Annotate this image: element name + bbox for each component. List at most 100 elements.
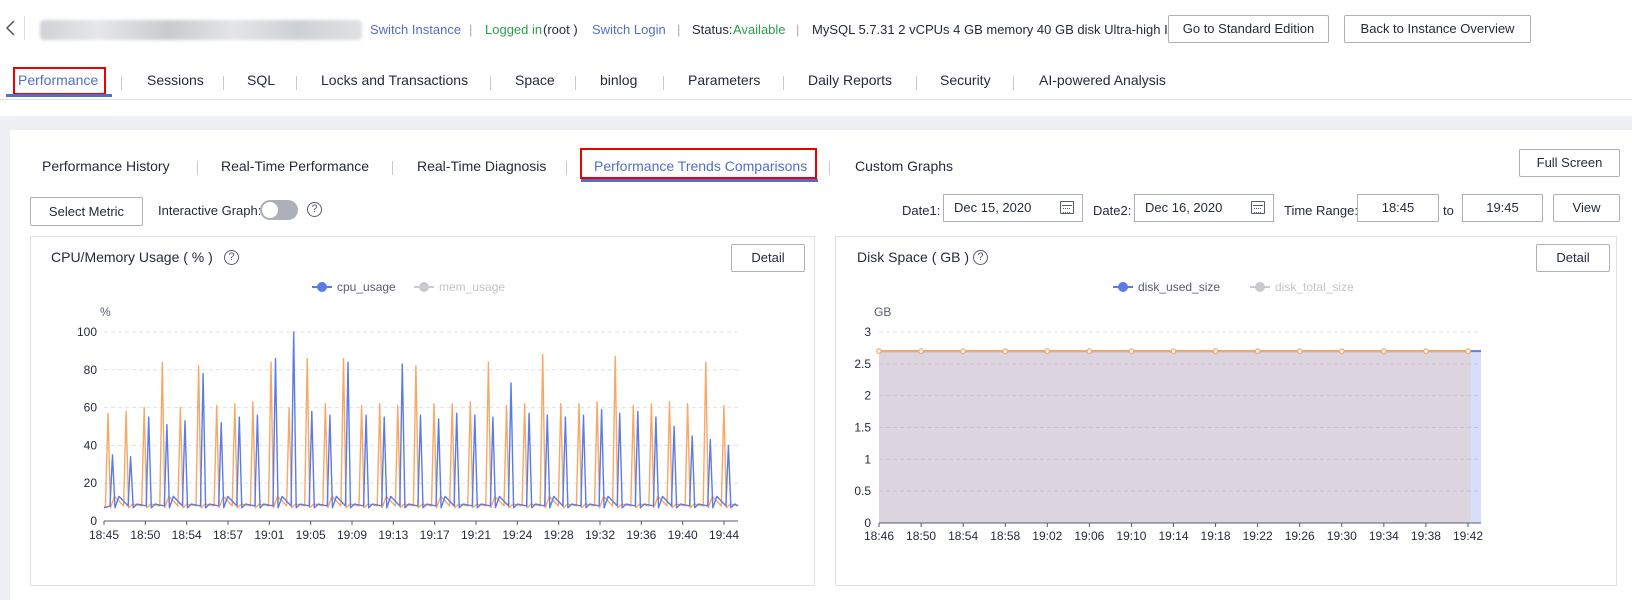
date2-label: Date2: <box>1093 203 1132 218</box>
tab-locks-transactions[interactable]: Locks and Transactions <box>321 72 468 88</box>
y-tick-label: 40 <box>84 438 98 452</box>
data-point <box>1170 348 1177 354</box>
calendar-icon <box>1060 201 1074 214</box>
y-tick-label: 60 <box>84 401 98 415</box>
tab-space[interactable]: Space <box>515 72 555 88</box>
x-tick-label: 19:34 <box>1369 529 1399 543</box>
x-tick-label: 19:10 <box>1116 529 1146 543</box>
active-tab-indicator <box>6 94 112 97</box>
tab-separator <box>1013 76 1014 90</box>
subtab-performance-history[interactable]: Performance History <box>42 158 170 174</box>
data-point <box>1338 348 1345 354</box>
x-tick-label: 19:09 <box>337 528 367 542</box>
date1-picker[interactable]: Dec 15, 2020 <box>943 194 1083 222</box>
date2-picker[interactable]: Dec 16, 2020 <box>1134 194 1274 222</box>
time-range-label: Time Range: <box>1284 203 1358 218</box>
tab-separator <box>197 161 198 175</box>
tab-daily-reports[interactable]: Daily Reports <box>808 72 892 88</box>
data-point <box>1086 348 1093 354</box>
go-to-standard-edition-button[interactable]: Go to Standard Edition <box>1168 15 1329 43</box>
y-unit-label: % <box>100 305 111 319</box>
data-point <box>1381 348 1387 354</box>
x-tick-label: 18:46 <box>864 529 894 543</box>
tab-binlog[interactable]: binlog <box>600 72 637 88</box>
tab-separator <box>296 76 297 90</box>
cpu-memory-chart: cpu_usage mem_usage% 0 20 40 60 80 100 18:45 18:5… <box>77 280 739 542</box>
separator: | <box>796 22 800 37</box>
instance-header: Switch Instance | Logged in (root ) Swit… <box>0 0 1632 58</box>
x-tick-label: 19:14 <box>1158 529 1188 543</box>
subtab-real-time-performance[interactable]: Real-Time Performance <box>221 158 369 174</box>
subtab-custom-graphs[interactable]: Custom Graphs <box>855 158 953 174</box>
x-tick-label: 19:44 <box>709 528 739 542</box>
data-point <box>1002 348 1009 354</box>
x-tick-label: 19:26 <box>1285 529 1315 543</box>
tab-sessions[interactable]: Sessions <box>147 72 204 88</box>
tab-parameters[interactable]: Parameters <box>688 72 760 88</box>
x-tick-label: 19:36 <box>626 528 656 542</box>
subtab-real-time-diagnosis[interactable]: Real-Time Diagnosis <box>417 158 546 174</box>
x-tick-label: 19:30 <box>1327 529 1357 543</box>
data-point <box>1423 348 1429 354</box>
tab-separator <box>566 161 567 175</box>
back-arrow-icon[interactable] <box>4 17 20 41</box>
date1-label: Date1: <box>902 203 941 218</box>
back-to-overview-button[interactable]: Back to Instance Overview <box>1344 15 1531 43</box>
divider <box>24 16 25 40</box>
tab-sql[interactable]: SQL <box>247 72 275 88</box>
to-label: to <box>1443 203 1454 218</box>
data-point <box>918 348 924 354</box>
y-tick-label: 20 <box>84 476 98 490</box>
active-subtab-indicator <box>581 179 818 182</box>
help-icon[interactable]: ? <box>307 202 322 217</box>
x-tick-label: 18:54 <box>948 529 978 543</box>
y-tick-label: 80 <box>84 363 98 377</box>
x-tick-label: 19:32 <box>585 528 615 542</box>
data-point <box>876 348 882 354</box>
x-tick-label: 19:21 <box>461 528 491 542</box>
view-button[interactable]: View <box>1553 194 1620 222</box>
x-tick-label: 18:57 <box>213 528 243 542</box>
legend-label: mem_usage <box>439 280 505 294</box>
x-tick-label: 19:02 <box>1032 529 1062 543</box>
tab-security[interactable]: Security <box>940 72 991 88</box>
data-point <box>1044 348 1051 354</box>
x-tick-label: 18:45 <box>89 528 119 542</box>
y-unit-label: GB <box>874 305 891 319</box>
legend-marker <box>1255 282 1265 292</box>
x-tick-label: 19:01 <box>254 528 284 542</box>
tab-ai-analysis[interactable]: AI-powered Analysis <box>1039 72 1166 88</box>
data-point <box>1128 348 1135 354</box>
status-value: Available <box>733 22 786 37</box>
x-tick-label: 18:54 <box>172 528 202 542</box>
switch-login-link[interactable]: Switch Login <box>592 21 666 39</box>
time-to-input[interactable]: 19:45 <box>1462 194 1543 222</box>
date2-value: Dec 16, 2020 <box>1145 200 1223 215</box>
data-point <box>1465 348 1471 354</box>
calendar-icon <box>1251 201 1265 214</box>
x-tick-label: 19:17 <box>420 528 450 542</box>
legend-label: disk_used_size <box>1138 280 1220 294</box>
separator: | <box>677 22 681 37</box>
tab-separator <box>663 76 664 90</box>
y-tick-label: 0 <box>90 514 97 528</box>
data-point <box>960 348 966 354</box>
switch-instance-link[interactable]: Switch Instance <box>370 21 461 39</box>
x-tick-label: 19:13 <box>378 528 408 542</box>
legend-label: cpu_usage <box>337 280 396 294</box>
login-state: Logged in <box>485 22 543 37</box>
select-metric-button[interactable]: Select Metric <box>30 197 143 226</box>
y-tick-label: 2 <box>864 389 871 403</box>
interactive-graph-toggle[interactable] <box>260 200 298 220</box>
y-tick-label: 0.5 <box>854 484 871 498</box>
x-tick-label: 19:28 <box>544 528 574 542</box>
legend-marker <box>317 282 327 292</box>
x-tick-label: 19:40 <box>668 528 698 542</box>
time-from-input[interactable]: 18:45 <box>1357 194 1439 222</box>
x-tick-label: 18:50 <box>130 528 160 542</box>
y-tick-label: 0 <box>864 516 871 530</box>
full-screen-button[interactable]: Full Screen <box>1519 149 1620 177</box>
x-tick-label: 18:50 <box>906 529 936 543</box>
y-tick-label: 100 <box>77 325 97 339</box>
tab-separator <box>121 76 122 90</box>
